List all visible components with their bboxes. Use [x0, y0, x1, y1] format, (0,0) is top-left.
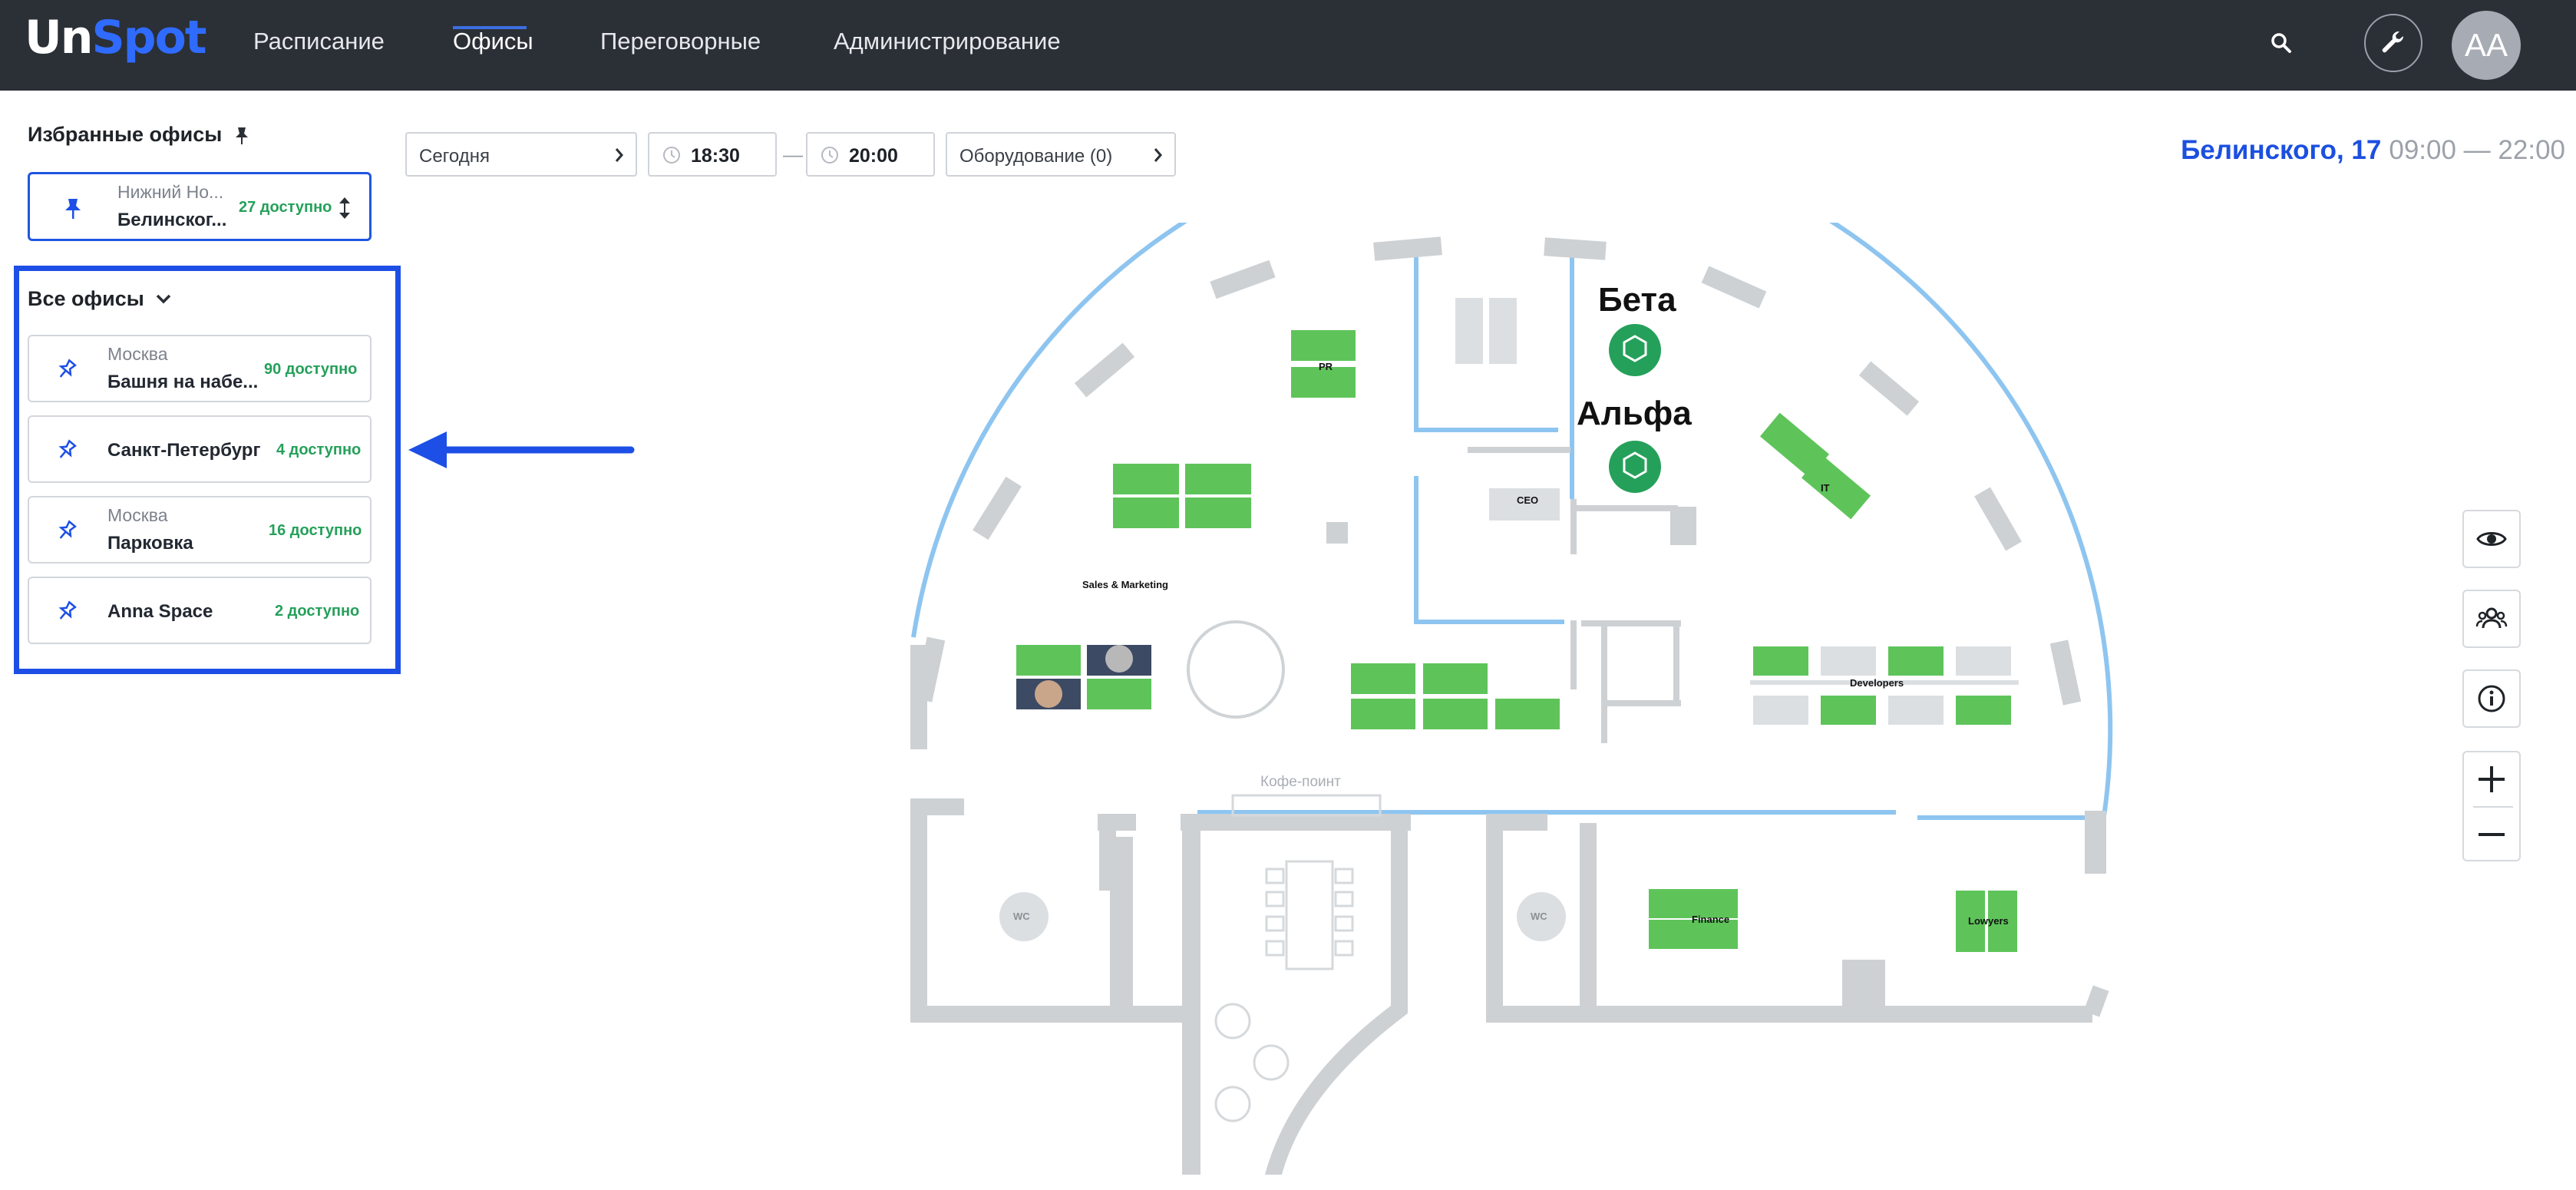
- pin-outline-icon[interactable]: [55, 358, 78, 385]
- colleagues-button[interactable]: [2462, 590, 2521, 648]
- pin-outline-icon[interactable]: [55, 438, 78, 465]
- office-name: Башня на набе...: [107, 372, 259, 392]
- zone-label-lowyers: Lowyers: [1968, 915, 2009, 927]
- top-bar: UnSpot Расписание Офисы Переговорные Адм…: [0, 0, 2576, 91]
- office-city: Нижний Но...: [117, 182, 224, 202]
- desks: [1016, 330, 2017, 952]
- minus-icon: [2479, 833, 2505, 836]
- zone-label-sales: Sales & Marketing: [1082, 579, 1168, 590]
- meeting-room-beta: [1609, 324, 1661, 376]
- info-icon: [2478, 685, 2505, 712]
- equipment-filter[interactable]: Оборудование (0): [946, 132, 1176, 177]
- nav-schedule[interactable]: Расписание: [253, 28, 385, 55]
- zone-label-ceo: CEO: [1517, 494, 1539, 506]
- reorder-icon[interactable]: [337, 196, 352, 224]
- office-name: Белинског...: [117, 210, 227, 230]
- visibility-button[interactable]: [2462, 510, 2521, 568]
- office-city: Москва: [107, 505, 168, 525]
- office-city: Москва: [107, 344, 168, 364]
- favorites-title: Избранные офисы: [28, 123, 223, 146]
- zone-label-finance: Finance: [1692, 914, 1730, 925]
- office-card-spb[interactable]: Санкт-Петербург 4 доступно: [28, 415, 372, 483]
- time-separator: —: [783, 143, 803, 166]
- zone-label-wc: WC: [1531, 911, 1547, 922]
- time-to-field[interactable]: 20:00: [806, 132, 935, 177]
- office-card-anna-space[interactable]: Anna Space 2 доступно: [28, 577, 372, 644]
- availability-badge: 90 доступно: [264, 361, 358, 378]
- room-label-alpha[interactable]: Альфа: [1577, 395, 1692, 433]
- office-hours: 09:00 — 22:00: [2389, 135, 2565, 165]
- availability-badge: 16 доступно: [269, 522, 362, 539]
- chevron-right-icon: [614, 147, 625, 169]
- pin-outline-icon[interactable]: [55, 600, 78, 626]
- favorite-office-card[interactable]: Нижний Но... Белинског... 27 доступно: [28, 172, 372, 241]
- office-card-parkovka[interactable]: Москва Парковка 16 доступно: [28, 496, 372, 564]
- zoom-out-button[interactable]: [2464, 808, 2519, 861]
- office-card-bashnya[interactable]: Москва Башня на набе... 90 доступно: [28, 335, 372, 402]
- all-offices-title[interactable]: Все офисы: [28, 287, 144, 311]
- wrench-icon: [2382, 31, 2404, 53]
- time-to-value: 20:00: [849, 145, 898, 167]
- zone-label-wc: WC: [1013, 911, 1030, 922]
- office-name: Anna Space: [107, 601, 213, 622]
- annotation-arrow: [407, 428, 637, 475]
- time-from-field[interactable]: 18:30: [648, 132, 777, 177]
- pinned-icon[interactable]: [64, 197, 82, 224]
- availability-badge: 4 доступно: [276, 441, 362, 458]
- current-office-header: Белинского, 17 09:00 — 22:00: [2181, 135, 2565, 166]
- availability-badge: 27 доступно: [239, 199, 332, 216]
- pin-outline-icon[interactable]: [55, 519, 78, 546]
- nav-administration[interactable]: Администрирование: [834, 28, 1061, 55]
- clock-icon: [820, 145, 840, 170]
- equipment-label: Оборудование (0): [959, 146, 1113, 167]
- coffee-point-furniture: [1214, 794, 1382, 1122]
- zoom-in-button[interactable]: [2464, 752, 2519, 806]
- user-avatar[interactable]: AA: [2452, 11, 2521, 80]
- round-table: [1187, 620, 1285, 719]
- current-office-name: Белинского, 17: [2181, 135, 2382, 165]
- availability-badge: 2 доступно: [275, 603, 360, 620]
- info-button[interactable]: [2462, 669, 2521, 728]
- zone-label-it: IT: [1821, 482, 1830, 494]
- window-line: [1414, 253, 1558, 432]
- nav-meeting-rooms[interactable]: Переговорные: [600, 28, 761, 55]
- date-filter[interactable]: Сегодня: [405, 132, 637, 177]
- floor-plan[interactable]: Бета Альфа PR CEO IT Sales & Marketing D…: [875, 124, 2195, 1186]
- pin-icon: [233, 126, 250, 150]
- time-from-value: 18:30: [691, 145, 740, 167]
- room-label-beta[interactable]: Бета: [1598, 281, 1676, 319]
- unspot-logo[interactable]: UnSpot: [25, 11, 207, 64]
- coffee-point-label: Кофе-поинт: [1260, 774, 1341, 790]
- zone-label-pr: PR: [1319, 361, 1333, 372]
- clock-icon: [662, 145, 682, 170]
- zone-label-developers: Developers: [1850, 677, 1904, 689]
- meeting-room-alpha: [1609, 441, 1661, 493]
- eye-icon: [2476, 532, 2507, 546]
- chevron-right-icon: [1153, 147, 1164, 169]
- office-name: Санкт-Петербург: [107, 440, 261, 461]
- nav-offices[interactable]: Офисы: [453, 28, 533, 55]
- settings-wrench-button[interactable]: [2364, 14, 2422, 72]
- people-icon: [2475, 607, 2508, 629]
- search-icon[interactable]: [2264, 26, 2298, 60]
- zoom-controls: [2462, 751, 2521, 861]
- date-value: Сегодня: [419, 146, 490, 167]
- office-name: Парковка: [107, 533, 193, 554]
- chevron-down-icon[interactable]: [155, 293, 172, 308]
- plus-icon: [2479, 766, 2505, 792]
